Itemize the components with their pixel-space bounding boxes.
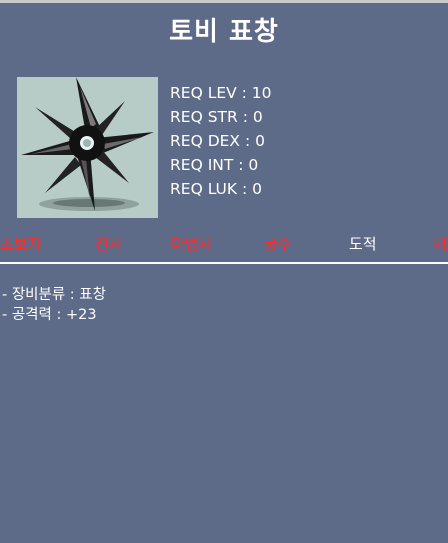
req-dex: REQ DEX : 0 — [170, 132, 265, 150]
item-name: 토비 표창 — [169, 17, 279, 47]
job-archer: 궁수 — [264, 235, 292, 253]
item-icon-box — [17, 77, 158, 218]
requirements-list: REQ LEV : 10 REQ STR : 0 REQ DEX : 0 REQ… — [170, 81, 272, 201]
job-warrior: 전사 — [95, 235, 123, 253]
req-int: REQ INT : 0 — [170, 156, 259, 174]
job-beginner: 초보자 — [0, 235, 42, 253]
item-stats: - 장비분류 : 표창 - 공격력 : +23 — [2, 285, 106, 325]
job-pirate: 해 — [433, 235, 447, 253]
item-tooltip: 토비 표창 REQ LEV : 10 REQ STR: 0 REQ DEX:… — [0, 0, 448, 543]
req-luk: REQ LUK : 0 — [170, 180, 263, 198]
job-list: 초보자 전사 마법사 궁수 도적 해 — [0, 233, 448, 257]
req-str: REQ STR : 0 — [170, 108, 263, 126]
stat-category: - 장비분류 : 표창 — [2, 287, 106, 303]
req-level: REQ LEV : 10 — [170, 84, 272, 102]
throwing-star-icon — [21, 77, 154, 211]
stat-attack: - 공격력 : +23 — [2, 307, 97, 323]
job-magician: 마법사 — [171, 235, 213, 253]
divider — [0, 262, 448, 264]
job-thief: 도적 — [349, 235, 377, 253]
